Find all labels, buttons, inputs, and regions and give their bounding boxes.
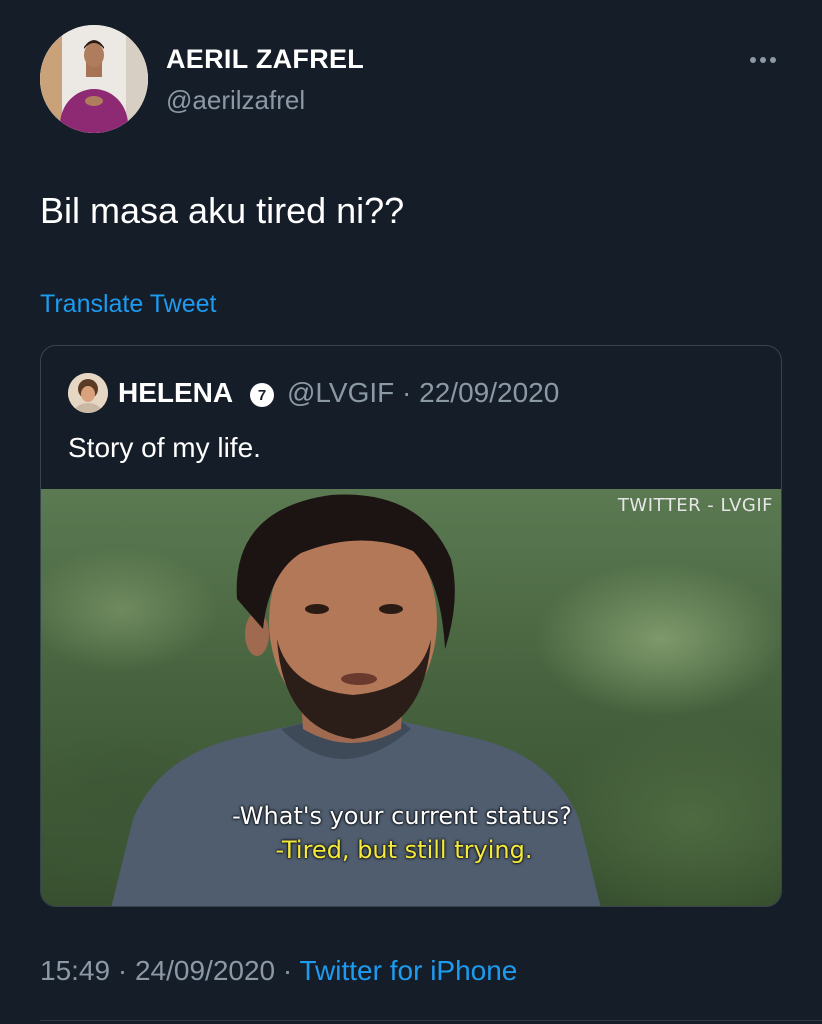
timestamp-separator-2: · [282,955,293,986]
translate-tweet-link[interactable]: Translate Tweet [40,290,216,319]
more-horizontal-icon[interactable] [746,50,780,70]
quoted-tweet-card[interactable]: HELENA 7 @LVGIF · 22/09/2020 Story of my… [40,345,782,907]
quoted-author-avatar [68,373,108,413]
quoted-tweet-text: Story of my life. [68,432,261,463]
quoted-author-handle: @LVGIF [287,377,395,408]
author-display-name[interactable]: AERIL ZAFREL [166,44,364,75]
timestamp-separator-1: · [117,955,128,986]
author-avatar[interactable] [40,25,148,133]
quoted-tweet-media[interactable]: TWITTER - LVGIF -What's your current sta… [41,489,781,906]
bottom-divider [40,1020,822,1021]
media-subtitle-line-2: -Tired, but still trying. [275,836,533,864]
media-watermark: TWITTER - LVGIF [617,495,773,516]
quoted-tweet-meta: @LVGIF · 22/09/2020 [287,377,559,409]
media-subtitle-line-1: -What's your current status? [232,802,572,830]
tweet-text: Bil masa aku tired ni?? [40,190,405,231]
quoted-author-avatar-image [68,373,108,413]
meta-separator: · [402,377,412,408]
tweet-detail-view: AERIL ZAFREL @aerilzafrel Bil masa aku t… [0,0,822,1024]
tweet-date[interactable]: 24/09/2020 [135,955,275,986]
tweet-source-link[interactable]: Twitter for iPhone [300,955,518,986]
number-badge-icon: 7 [250,383,274,407]
author-avatar-image [40,25,148,133]
author-handle[interactable]: @aerilzafrel [166,85,305,116]
tweet-time[interactable]: 15:49 [40,955,110,986]
quoted-author-display-name: HELENA [118,377,234,408]
quoted-tweet-date: 22/09/2020 [419,377,560,408]
tweet-timestamp: 15:49 · 24/09/2020 · Twitter for iPhone [40,955,517,987]
